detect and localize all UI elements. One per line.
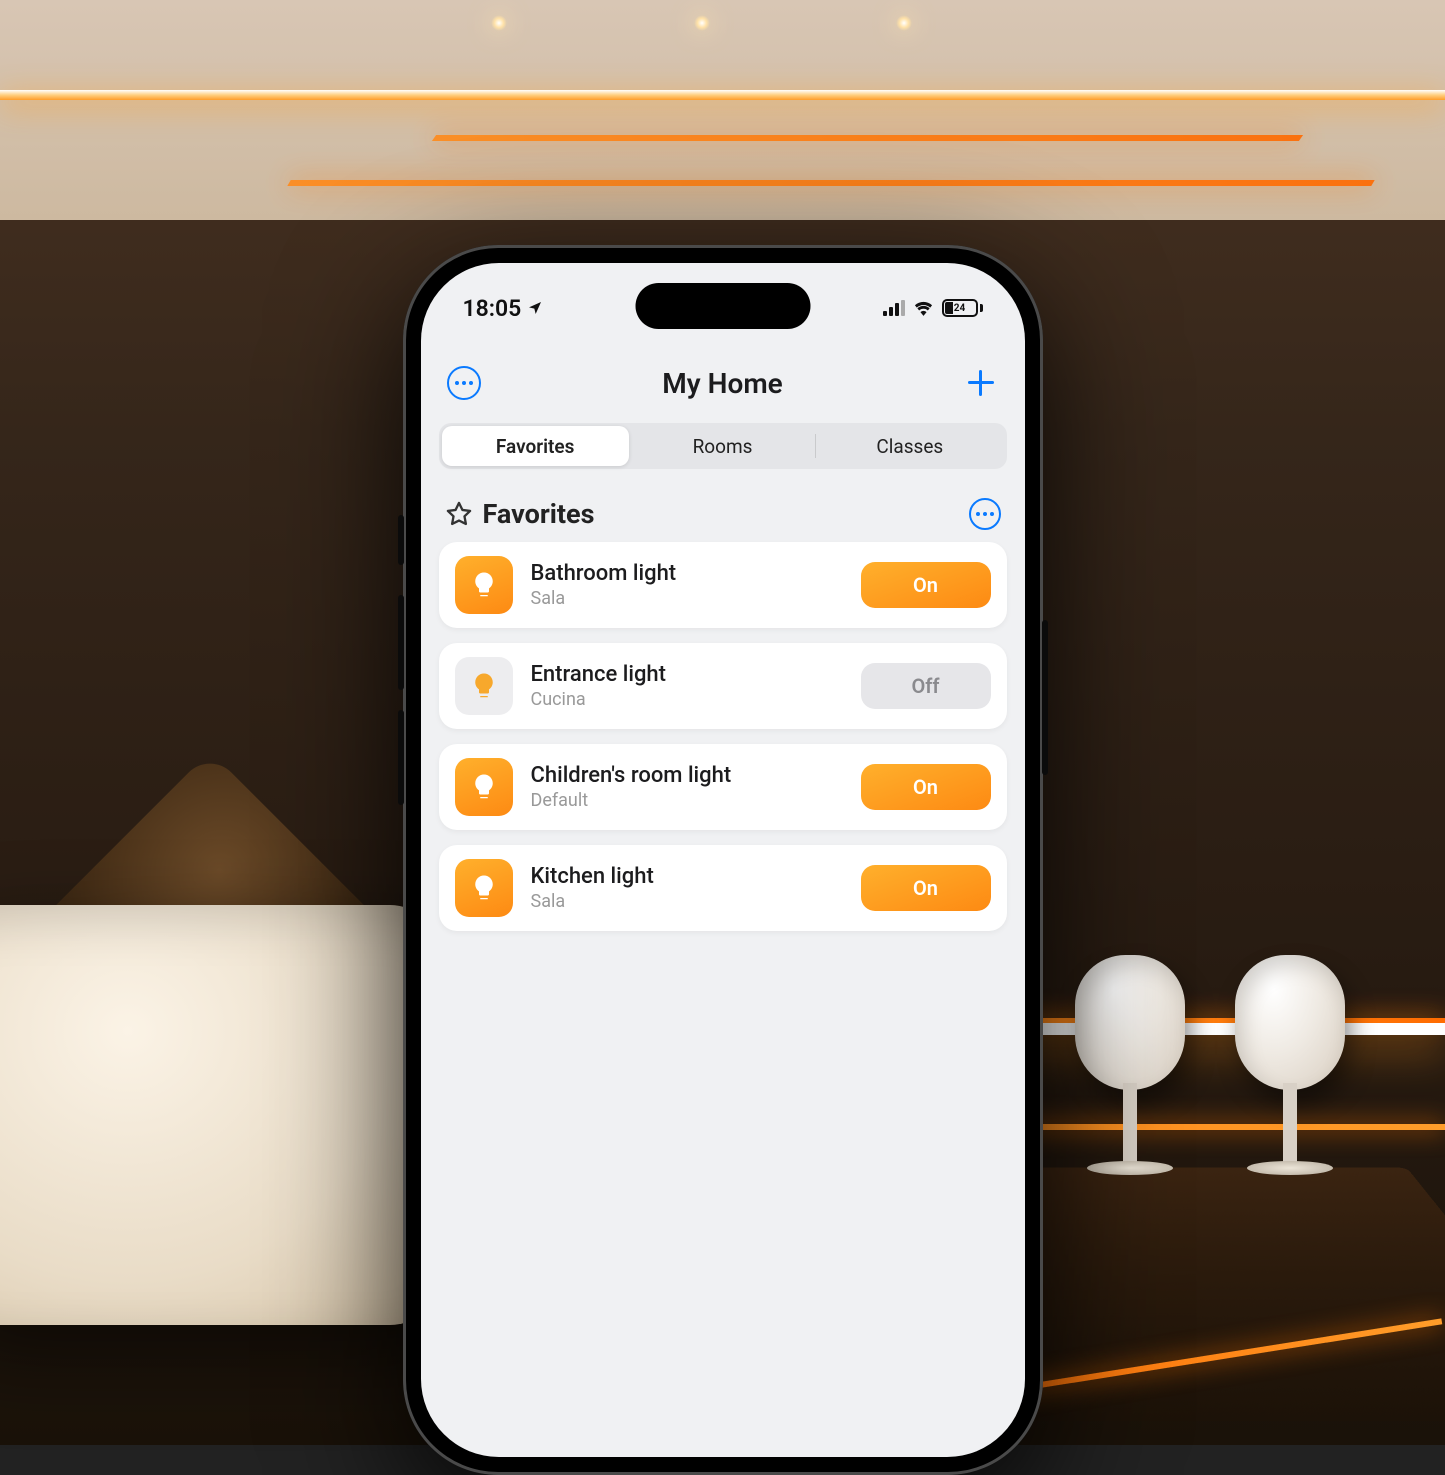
section-more-button[interactable] (969, 498, 1001, 530)
location-icon (527, 300, 543, 316)
battery-level: 24 (954, 303, 965, 314)
light-name: Entrance light (531, 662, 843, 687)
light-room: Default (531, 790, 843, 811)
light-toggle-button[interactable]: Off (861, 663, 991, 709)
star-icon (445, 500, 473, 528)
light-toggle-button[interactable]: On (861, 562, 991, 608)
status-time: 18:05 (463, 295, 522, 322)
light-text: Kitchen light Sala (531, 864, 843, 912)
light-card[interactable]: Kitchen light Sala On (439, 845, 1007, 931)
phone-volume-up (398, 595, 404, 690)
view-tabs: Favorites Rooms Classes (439, 423, 1007, 469)
ceiling-spotlight (694, 15, 710, 31)
status-bar: 18:05 24 (421, 288, 1025, 328)
tab-favorites[interactable]: Favorites (442, 426, 629, 466)
light-card[interactable]: Entrance light Cucina Off (439, 643, 1007, 729)
phone-screen: 18:05 24 My Home (421, 263, 1025, 1457)
section-header: Favorites (445, 498, 1001, 530)
light-name: Kitchen light (531, 864, 843, 889)
stage: 18:05 24 My Home (0, 0, 1445, 1445)
phone-volume-down (398, 710, 404, 805)
add-button[interactable] (962, 364, 1000, 402)
lightbulb-icon (455, 657, 513, 715)
bar-stool (1225, 955, 1355, 1175)
page-title: My Home (662, 367, 782, 400)
ceiling-spotlight (896, 15, 912, 31)
ceiling-light-strip (0, 90, 1445, 100)
section-title: Favorites (483, 498, 595, 530)
light-name: Bathroom light (531, 561, 843, 586)
content-area: Favorites Bathroom light Sala On (439, 488, 1007, 1457)
light-toggle-button[interactable]: On (861, 764, 991, 810)
battery-icon: 24 (942, 299, 983, 317)
ceiling-light-strip (287, 180, 1374, 186)
light-room: Sala (531, 588, 843, 609)
light-text: Children's room light Default (531, 763, 843, 811)
lightbulb-icon (455, 859, 513, 917)
plus-icon (966, 368, 996, 398)
wifi-icon (913, 300, 934, 316)
ceiling-light-strip (431, 135, 1302, 141)
phone-frame: 18:05 24 My Home (403, 245, 1043, 1475)
ceiling (0, 0, 1445, 220)
sofa (0, 905, 440, 1325)
menu-button[interactable] (445, 364, 483, 402)
lightbulb-icon (455, 758, 513, 816)
nav-bar: My Home (421, 353, 1025, 413)
light-name: Children's room light (531, 763, 843, 788)
tab-classes[interactable]: Classes (816, 426, 1003, 466)
cellular-icon (883, 300, 905, 316)
bar-stool (1065, 955, 1195, 1175)
light-room: Sala (531, 891, 843, 912)
light-text: Entrance light Cucina (531, 662, 843, 710)
lightbulb-icon (455, 556, 513, 614)
ellipsis-circle-icon (447, 366, 481, 400)
phone-side-button (398, 515, 404, 565)
phone-power-button (1042, 620, 1048, 775)
light-room: Cucina (531, 689, 843, 710)
light-card[interactable]: Children's room light Default On (439, 744, 1007, 830)
tab-rooms[interactable]: Rooms (629, 426, 816, 466)
light-text: Bathroom light Sala (531, 561, 843, 609)
light-toggle-button[interactable]: On (861, 865, 991, 911)
light-card[interactable]: Bathroom light Sala On (439, 542, 1007, 628)
